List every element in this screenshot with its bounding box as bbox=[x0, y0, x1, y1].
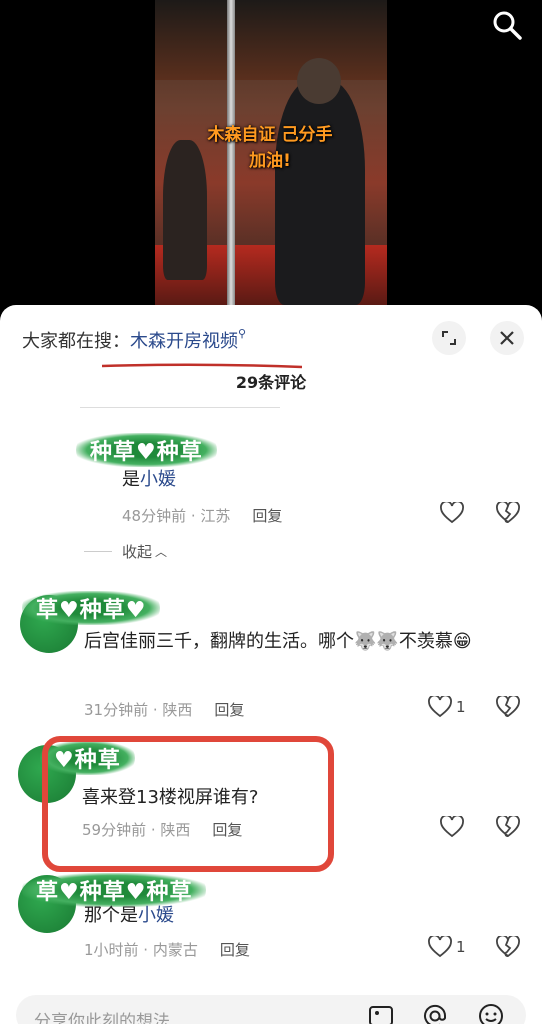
like-button[interactable]: 1 bbox=[428, 936, 466, 958]
divider bbox=[84, 551, 112, 552]
caption-line-2: 加油! bbox=[249, 151, 291, 171]
image-icon[interactable] bbox=[368, 1003, 394, 1024]
comment-time: 1小时前 · 内蒙古 bbox=[84, 941, 198, 959]
heart-icon bbox=[440, 502, 464, 524]
broken-heart-icon bbox=[496, 936, 520, 957]
comment-sheet: 大家都在搜：木森开房视频⚲ 29条评论 种草♥种草 是小媛 48分钟前 · 江苏… bbox=[0, 305, 542, 1024]
comment-text: 后宫佳丽三千，翻牌的生活。哪个🐺🐺不羡慕😁 bbox=[84, 631, 472, 652]
collapse-replies[interactable]: 收起 ︿ bbox=[84, 541, 167, 562]
heart-icon bbox=[428, 696, 452, 718]
comment-text: 是小媛 bbox=[122, 465, 176, 495]
dislike-button[interactable] bbox=[496, 502, 520, 524]
video-roof bbox=[155, 0, 387, 80]
broken-heart-icon bbox=[496, 816, 520, 837]
broken-heart-icon bbox=[496, 502, 520, 523]
comment-meta: 1小时前 · 内蒙古 回复 bbox=[84, 939, 250, 960]
comment-body: 那个是 bbox=[84, 905, 138, 926]
comment-meta: 31分钟前 · 陕西 回复 bbox=[84, 699, 244, 720]
hot-search-label: 大家都在搜： bbox=[22, 331, 130, 352]
highlight-box bbox=[42, 736, 334, 872]
caption-line-1: 木森自证 己分手 bbox=[207, 125, 333, 145]
collapse-label: 收起 bbox=[122, 543, 153, 561]
comment-author[interactable]: 草♥种草♥ bbox=[22, 591, 161, 625]
mention-link[interactable]: 小媛 bbox=[140, 469, 176, 490]
comment-author[interactable]: 种草♥种草 bbox=[76, 433, 217, 467]
like-button[interactable] bbox=[440, 816, 464, 838]
small-search-icon: ⚲ bbox=[238, 327, 247, 340]
like-count: 1 bbox=[456, 698, 466, 716]
comment-input-placeholder: 分享你此刻的想法 bbox=[34, 1012, 170, 1024]
comment-body: 是 bbox=[122, 469, 140, 490]
at-icon[interactable] bbox=[422, 1003, 448, 1024]
search-icon[interactable] bbox=[492, 10, 522, 40]
video-man bbox=[275, 80, 365, 305]
reply-button[interactable]: 回复 bbox=[220, 941, 250, 959]
dislike-button[interactable] bbox=[496, 936, 520, 958]
mention-link[interactable]: 小媛 bbox=[138, 905, 174, 926]
video-player[interactable]: 木森自证 己分手 加油! bbox=[0, 0, 542, 305]
comment-time: 48分钟前 · 江苏 bbox=[122, 507, 231, 525]
comment-count: 29条评论 bbox=[235, 373, 307, 392]
close-icon[interactable] bbox=[490, 321, 524, 355]
comment-meta: 48分钟前 · 江苏 回复 bbox=[122, 505, 282, 526]
emoji-icon[interactable] bbox=[478, 1003, 504, 1024]
dislike-button[interactable] bbox=[496, 696, 520, 718]
broken-heart-icon bbox=[496, 696, 520, 717]
heart-icon bbox=[440, 816, 464, 838]
hot-search-bar[interactable]: 大家都在搜：木森开房视频⚲ bbox=[22, 327, 246, 353]
comment-time: 31分钟前 · 陕西 bbox=[84, 701, 193, 719]
video-man-head bbox=[297, 58, 341, 104]
heart-icon bbox=[428, 936, 452, 958]
dislike-button[interactable] bbox=[496, 816, 520, 838]
like-count: 1 bbox=[456, 938, 466, 956]
cut-off-row bbox=[80, 401, 520, 415]
expand-icon[interactable] bbox=[432, 321, 466, 355]
like-button[interactable]: 1 bbox=[428, 696, 466, 718]
video-caption: 木森自证 己分手 加油! bbox=[160, 122, 380, 174]
like-button[interactable] bbox=[440, 502, 464, 524]
comment-text: 那个是小媛 bbox=[84, 901, 174, 931]
hot-search-keyword[interactable]: 木森开房视频 bbox=[130, 331, 238, 352]
reply-button[interactable]: 回复 bbox=[252, 507, 282, 525]
chevron-up-icon: ︿ bbox=[155, 545, 168, 559]
reply-button[interactable]: 回复 bbox=[214, 701, 244, 719]
